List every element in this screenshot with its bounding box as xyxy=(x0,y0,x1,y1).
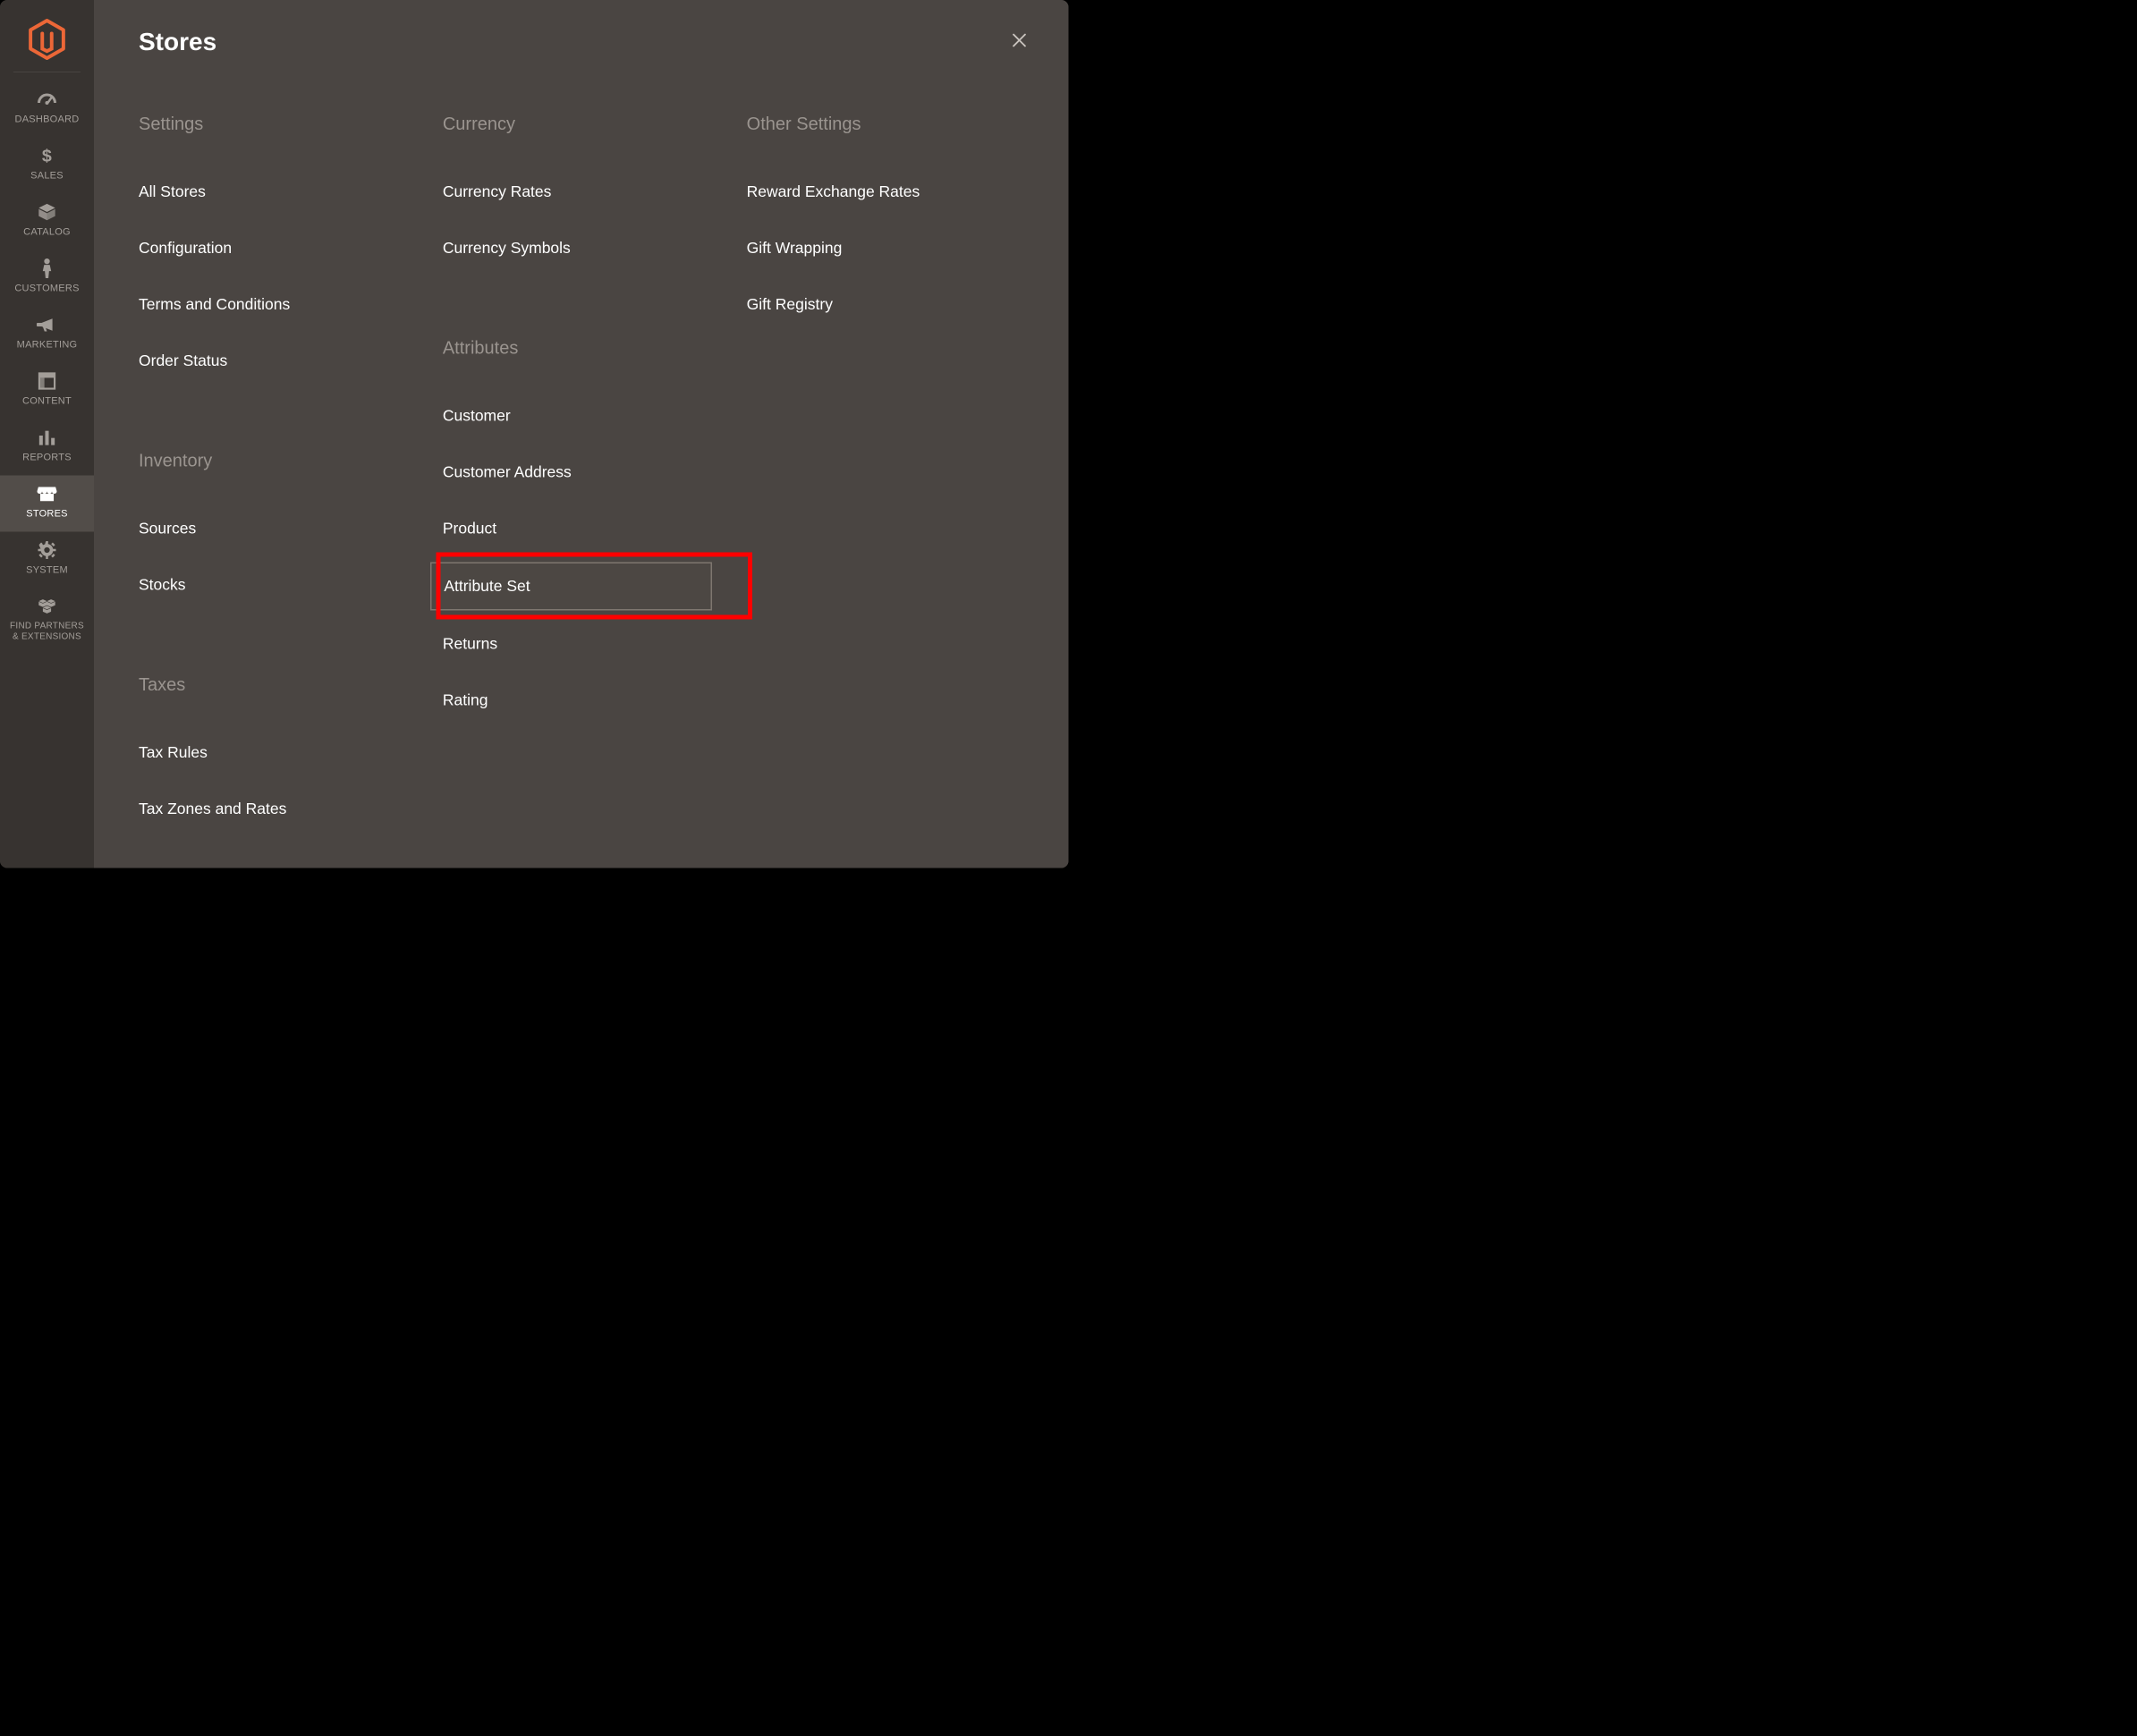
gauge-icon xyxy=(37,90,57,109)
flyout-column: Settings All Stores Configuration Terms and… xyxy=(139,114,425,857)
flyout-column: Other Settings Reward Exchange Rates Gift … xyxy=(747,114,1033,857)
megaphone-icon xyxy=(37,316,57,334)
menu-link-rating[interactable]: Rating xyxy=(443,691,729,710)
menu-link-currency-symbols[interactable]: Currency Symbols xyxy=(443,239,729,258)
menu-link-configuration[interactable]: Configuration xyxy=(139,239,425,258)
sidebar-item-reports[interactable]: REPORTS xyxy=(0,419,94,476)
sidebar-item-label: CUSTOMERS xyxy=(14,283,79,294)
menu-link-terms-and-conditions[interactable]: Terms and Conditions xyxy=(139,295,425,314)
sidebar-item-content[interactable]: CONTENT xyxy=(0,363,94,419)
menu-link-tax-rules[interactable]: Tax Rules xyxy=(139,743,425,762)
sidebar-item-label-2: & EXTENSIONS xyxy=(13,631,81,642)
flyout-section-settings: Settings All Stores Configuration Terms and… xyxy=(139,114,425,371)
menu-link-order-status[interactable]: Order Status xyxy=(139,351,425,370)
menu-link-tax-zones-rates[interactable]: Tax Zones and Rates xyxy=(139,800,425,818)
menu-link-currency-rates[interactable]: Currency Rates xyxy=(443,182,729,201)
sidebar-item-label: REPORTS xyxy=(22,452,72,463)
sidebar-item-label: STORES xyxy=(26,508,68,520)
box-icon xyxy=(38,203,56,222)
menu-link-returns[interactable]: Returns xyxy=(443,635,729,654)
menu-link-sources[interactable]: Sources xyxy=(139,520,425,538)
gear-icon xyxy=(38,541,56,560)
sidebar-item-label: FIND PARTNERS xyxy=(10,621,84,631)
flyout-column: Currency Currency Rates Currency Symbols At… xyxy=(443,114,729,857)
flyout-section-attributes: Attributes Customer Customer Address Produc… xyxy=(443,338,729,710)
sidebar-item-system[interactable]: SYSTEM xyxy=(0,532,94,589)
sidebar-item-customers[interactable]: CUSTOMERS xyxy=(0,250,94,307)
sidebar-item-find-partners[interactable]: FIND PARTNERS& EXTENSIONS xyxy=(0,589,94,655)
logo[interactable] xyxy=(0,0,94,72)
close-icon xyxy=(1010,30,1030,50)
blocks-icon xyxy=(38,597,56,616)
bar-chart-icon xyxy=(38,428,56,447)
sidebar-item-label: DASHBOARD xyxy=(15,114,80,125)
storefront-icon xyxy=(38,485,57,504)
stores-flyout: Stores Settings All Stores Configuration Te… xyxy=(94,0,1069,868)
menu-link-stocks[interactable]: Stocks xyxy=(139,576,425,595)
section-title: Attributes xyxy=(443,338,729,359)
sidebar-item-marketing[interactable]: MARKETING xyxy=(0,307,94,363)
flyout-section-currency: Currency Currency Rates Currency Symbols xyxy=(443,114,729,258)
sidebar-item-label: SYSTEM xyxy=(26,564,68,576)
sidebar-item-label: SALES xyxy=(30,170,64,182)
menu-link-attribute-set[interactable]: Attribute Set xyxy=(430,563,712,611)
sidebar-item-dashboard[interactable]: DASHBOARD xyxy=(0,81,94,138)
flyout-header: Stores xyxy=(139,27,1033,56)
flyout-title: Stores xyxy=(139,27,216,56)
layout-icon xyxy=(38,372,56,391)
sidebar-item-label: MARKETING xyxy=(17,339,78,351)
admin-window: DASHBOARD $ SALES CATALOG CUSTOMERS MARKETING… xyxy=(0,0,1069,868)
menu-link-product[interactable]: Product xyxy=(443,520,729,538)
section-title: Currency xyxy=(443,114,729,135)
menu-link-customer-address[interactable]: Customer Address xyxy=(443,463,729,482)
sidebar-item-catalog[interactable]: CATALOG xyxy=(0,194,94,250)
section-title: Settings xyxy=(139,114,425,135)
sidebar-item-sales[interactable]: $ SALES xyxy=(0,138,94,194)
svg-text:$: $ xyxy=(42,147,52,165)
section-title: Inventory xyxy=(139,451,425,471)
menu-link-gift-registry[interactable]: Gift Registry xyxy=(747,295,1033,314)
sidebar-item-label: CATALOG xyxy=(23,226,71,238)
flyout-section-taxes: Taxes Tax Rules Tax Zones and Rates xyxy=(139,675,425,819)
magento-logo-icon xyxy=(29,18,66,61)
flyout-section-other-settings: Other Settings Reward Exchange Rates Gift … xyxy=(747,114,1033,315)
menu-link-all-stores[interactable]: All Stores xyxy=(139,182,425,201)
menu-link-customer[interactable]: Customer xyxy=(443,407,729,426)
sidebar-item-stores[interactable]: STORES xyxy=(0,476,94,532)
section-title: Taxes xyxy=(139,675,425,696)
sidebar-item-label: CONTENT xyxy=(22,395,72,407)
dollar-icon: $ xyxy=(41,147,54,165)
section-title: Other Settings xyxy=(747,114,1033,135)
person-icon xyxy=(41,259,53,278)
admin-sidebar: DASHBOARD $ SALES CATALOG CUSTOMERS MARKETING… xyxy=(0,0,94,868)
close-button[interactable] xyxy=(1006,27,1033,56)
menu-link-reward-exchange-rates[interactable]: Reward Exchange Rates xyxy=(747,182,1033,201)
menu-link-gift-wrapping[interactable]: Gift Wrapping xyxy=(747,239,1033,258)
flyout-section-inventory: Inventory Sources Stocks xyxy=(139,451,425,595)
flyout-columns: Settings All Stores Configuration Terms and… xyxy=(139,114,1033,857)
